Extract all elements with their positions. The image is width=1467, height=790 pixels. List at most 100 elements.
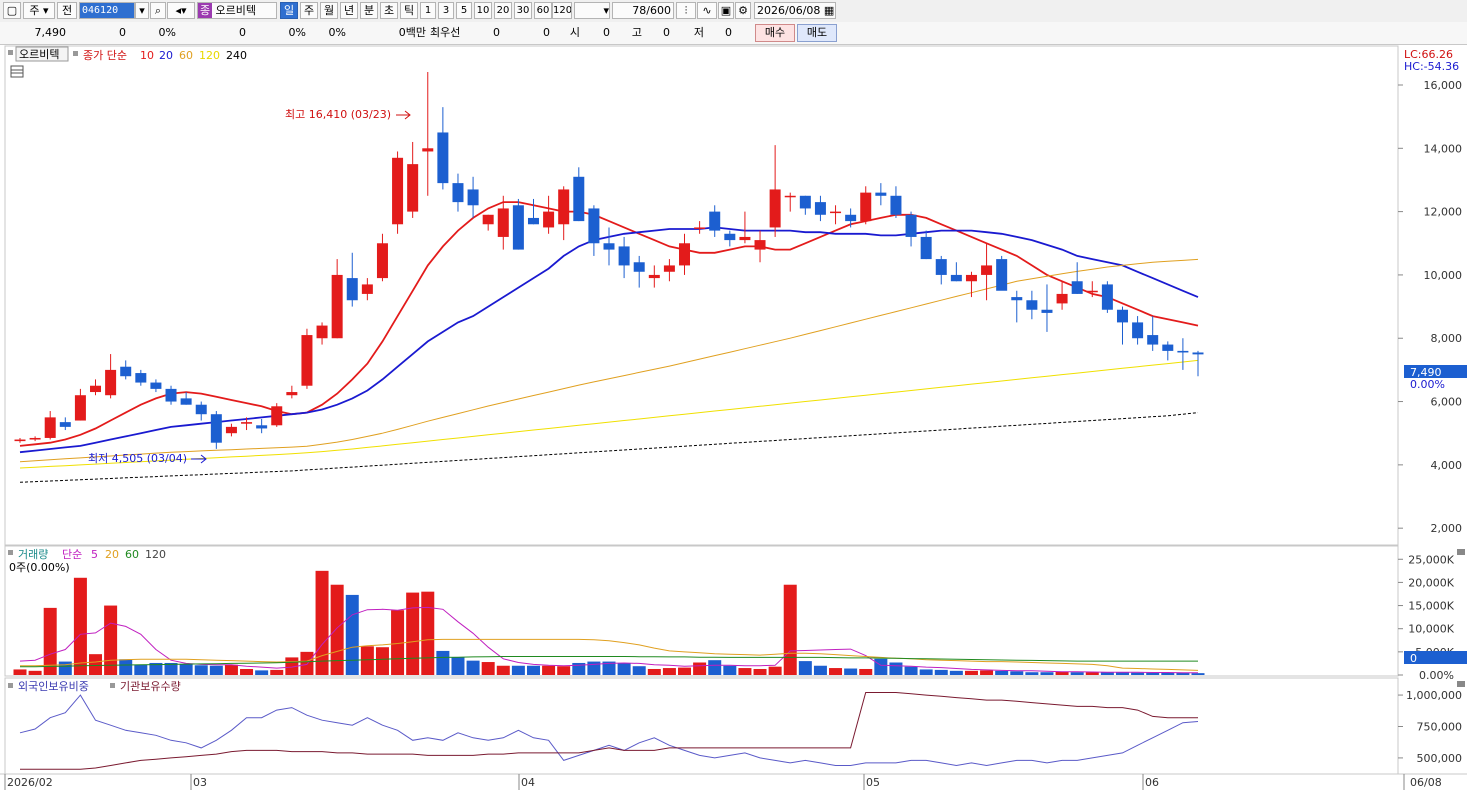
minute-3-button[interactable]: 3	[438, 2, 454, 19]
volume-menu-icon[interactable]	[8, 550, 13, 555]
volume-bar	[13, 669, 27, 675]
code-dropdown-icon[interactable]: ▾	[135, 2, 149, 19]
holding-panel-collapse-icon[interactable]	[1457, 681, 1465, 687]
holding-menu2-icon[interactable]	[110, 683, 115, 688]
volume-panel-collapse-icon[interactable]	[1457, 549, 1465, 555]
minute-5-button[interactable]: 5	[456, 2, 472, 19]
period-month-tab[interactable]: 월	[320, 2, 338, 19]
holding-series1-label: 외국인보유비중	[18, 680, 89, 693]
ma-period-10: 10	[140, 49, 154, 62]
candle-body	[105, 369, 117, 396]
price-tick-label: 4,000	[1431, 459, 1463, 472]
ma-period-120: 120	[199, 49, 220, 62]
market-select[interactable]: 주 ▾	[23, 2, 55, 19]
candle-body	[799, 195, 811, 209]
candle-body	[286, 392, 298, 396]
info-change-rate: 0%	[158, 26, 176, 39]
volume-bar	[662, 668, 676, 675]
x-axis: 2026/02 03 04 05 06 06/08	[4, 774, 1442, 790]
volume-bar	[194, 665, 208, 675]
x-tick-label: 06	[1145, 776, 1159, 789]
save-icon[interactable]: ▣	[718, 2, 734, 19]
period-minute-tab[interactable]: 분	[360, 2, 378, 19]
candle-body	[1132, 322, 1144, 339]
period-week-tab[interactable]: 주	[300, 2, 318, 19]
volume-bar	[89, 654, 103, 675]
candle-body	[694, 227, 706, 229]
volume-panel[interactable]	[4, 545, 1399, 677]
holding-tick-label: 1,000,000	[1406, 689, 1462, 702]
stock-name-field[interactable]: 종 오르비텍	[197, 2, 277, 19]
candle-body	[497, 208, 509, 237]
candle-body	[845, 214, 857, 222]
stock-chart[interactable]: 오르비텍 종가 단순 10 20 60 120 240 LC:66.26 HC:…	[0, 45, 1467, 790]
holding-panel[interactable]	[4, 677, 1399, 775]
candle-body	[588, 208, 600, 244]
candle-body	[814, 202, 826, 215]
minute-120-button[interactable]: 120	[552, 2, 572, 19]
candle-body	[422, 148, 434, 152]
candle-body	[437, 132, 449, 184]
candle-body	[225, 426, 237, 434]
sell-button[interactable]: 매도	[797, 24, 837, 42]
candle-body	[996, 259, 1008, 291]
volume-bar	[1040, 672, 1054, 675]
price-tick-label: 10,000	[1424, 269, 1463, 282]
search-icon[interactable]: ⌕	[150, 2, 166, 19]
x-tick-label: 05	[866, 776, 880, 789]
stock-code-input[interactable]: 046120	[79, 2, 135, 19]
ma-period-20: 20	[159, 49, 173, 62]
period-tick-tab[interactable]: 틱	[400, 2, 418, 19]
buy-button[interactable]: 매수	[755, 24, 795, 42]
speaker-icon[interactable]: ◂▾	[167, 2, 195, 19]
candle-body	[618, 246, 630, 266]
type-toggle[interactable]: 전	[57, 2, 77, 19]
candle-body	[573, 176, 585, 222]
price-panel[interactable]	[4, 45, 1399, 546]
minute-20-button[interactable]: 20	[494, 2, 512, 19]
candle-body	[1086, 290, 1098, 293]
chart-type-icon[interactable]: ⫶	[676, 2, 696, 19]
x-tick-label: 03	[193, 776, 207, 789]
gear-icon[interactable]: ⚙	[735, 2, 751, 19]
table-icon[interactable]	[10, 65, 24, 78]
candle-body	[256, 425, 268, 429]
info-low-label: 저	[693, 26, 704, 39]
volume-ma-20: 20	[105, 548, 119, 561]
volume-bar	[949, 670, 963, 675]
candle-body	[392, 157, 404, 225]
volume-bar	[1070, 672, 1084, 675]
ma-label: 종가 단순	[83, 49, 127, 62]
volume-ma-60: 60	[125, 548, 139, 561]
count-input[interactable]: 78/600	[612, 2, 674, 19]
period-second-tab[interactable]: 초	[380, 2, 398, 19]
minute-1-button[interactable]: 1	[420, 2, 436, 19]
candle-body	[603, 243, 615, 250]
draw-tool-icon[interactable]: ∿	[697, 2, 717, 19]
date-input[interactable]: 2026/06/08 ▦	[754, 2, 836, 19]
window-icon[interactable]: ▢	[3, 2, 21, 19]
volume-sub-label: 0주(0.00%)	[9, 561, 70, 574]
volume-bar	[1146, 672, 1160, 675]
volume-bar	[406, 592, 420, 675]
volume-bar	[919, 669, 933, 675]
volume-bar	[844, 668, 858, 675]
volume-bar	[315, 570, 329, 675]
volume-bar	[889, 662, 903, 675]
low-annotation: 최저 4,505 (03/04)	[88, 452, 187, 465]
panel-menu-icon[interactable]	[8, 50, 13, 55]
holding-menu-icon[interactable]	[8, 683, 13, 688]
period-day-tab[interactable]: 일	[280, 2, 298, 19]
minute-10-button[interactable]: 10	[474, 2, 492, 19]
candle-body	[210, 414, 222, 443]
period-year-tab[interactable]: 년	[340, 2, 358, 19]
date-value: 2026/06/08	[757, 4, 821, 17]
volume-bar	[1025, 672, 1039, 675]
minute-30-button[interactable]: 30	[514, 2, 532, 19]
interval-select[interactable]: ▾	[574, 2, 610, 19]
ma-menu-icon[interactable]	[73, 51, 78, 56]
market-label: 주	[29, 4, 40, 17]
candle-body	[376, 243, 388, 279]
minute-60-button[interactable]: 60	[534, 2, 552, 19]
candle-body	[120, 366, 132, 377]
